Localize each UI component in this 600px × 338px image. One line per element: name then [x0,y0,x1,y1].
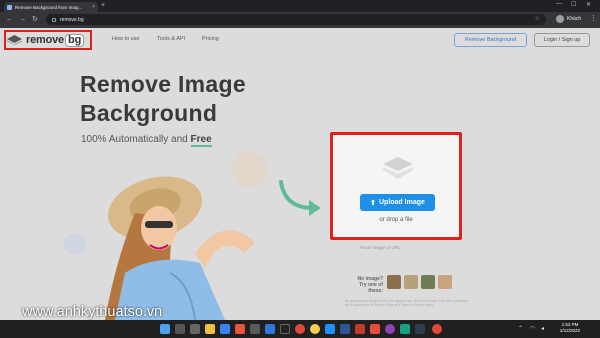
clock-date: 2/12/2022 [560,328,581,333]
tiktok-icon[interactable] [280,324,290,334]
url-text: remove.bg [60,16,84,23]
logo-highlight-box [4,30,92,50]
logo[interactable]: remove bg [4,30,92,50]
page-content: remove bg How to use Tools & API Pricing… [0,28,600,320]
close-window-button[interactable]: ✕ [586,1,591,8]
app-icon[interactable] [400,324,410,334]
edge-icon[interactable] [220,324,230,334]
word-icon[interactable] [340,324,350,334]
new-tab-button[interactable]: + [101,2,105,10]
hero-title-line2: Background [80,100,218,126]
chrome-icon[interactable] [310,324,320,334]
tab-title: Remove Background from Imag... [15,4,83,10]
hero-title: Remove Image Background [80,70,300,128]
no-image-line2: Try one of these: [359,282,383,294]
menu-icon[interactable]: ⋮ [590,14,597,22]
wifi-icon[interactable]: ◠ [530,325,535,332]
hero-title-line1: Remove Image [80,71,246,97]
tray-chevron-icon[interactable]: ⌃ [518,325,523,332]
profile-button[interactable]: Khách [556,15,581,23]
upload-icon: ⬆ [370,199,376,207]
sample-image-thumb[interactable] [404,275,418,289]
login-signup-button[interactable]: Login / Sign up [534,33,590,47]
maximize-button[interactable]: ☐ [571,1,576,8]
address-bar-row: ← → ↻ remove.bg ☆ Khách ⋮ [0,12,600,28]
bookmark-star-icon[interactable]: ☆ [535,15,540,22]
app-icon[interactable] [355,324,365,334]
browser-tab[interactable]: Remove Background from Imag... × [4,2,98,12]
no-image-text: No image? Try one of these: [355,276,383,294]
app-icon[interactable] [250,324,260,334]
nav-pricing[interactable]: Pricing [202,36,219,42]
drop-file-text: or drop a file [379,217,413,223]
site-header: remove bg How to use Tools & API Pricing… [0,28,600,52]
arrow-icon [279,180,321,216]
nav-tools-api[interactable]: Tools & API [157,36,185,42]
forward-icon[interactable]: → [19,15,26,24]
messenger-icon[interactable] [385,324,395,334]
app-icon[interactable] [265,324,275,334]
remove-background-button[interactable]: Remove Background [454,33,527,47]
nav-how-to-use[interactable]: How to use [112,36,140,42]
hero-free-text: Free [190,134,212,147]
upload-card[interactable]: ⬆ Upload Image or drop a file [330,132,462,240]
windows-taskbar: ⌃ ◠ ◂ 1:53 PM 2/12/2022 [0,320,600,338]
minimize-button[interactable]: — [556,1,562,7]
file-explorer-icon[interactable] [205,324,215,334]
photoshop-icon[interactable] [415,324,425,334]
watermark-site: www.anhkythuatso.vn [22,304,163,320]
windows-start-icon[interactable] [160,324,170,334]
volume-icon[interactable]: ◂ [541,325,544,332]
address-bar[interactable]: remove.bg ☆ [46,14,546,25]
hero-subtitle: 100% Automatically and Free [81,134,212,147]
terms-text: By uploading an image or URL you agree t… [345,299,468,307]
search-icon[interactable] [175,324,185,334]
vscode-icon[interactable] [325,324,335,334]
upload-image-button[interactable]: ⬆ Upload Image [360,194,435,211]
browser-tab-bar: Remove Background from Imag... × + — ☐ ✕ [0,0,600,12]
app-icon[interactable] [235,324,245,334]
decor-blob [64,233,86,255]
sample-image-thumb[interactable] [387,275,401,289]
avatar-icon [556,15,564,23]
upload-button-label: Upload Image [378,199,425,206]
tab-close-icon[interactable]: × [92,4,95,10]
paste-image-link[interactable]: Paste image or URL [360,245,401,250]
chrome-icon[interactable] [295,324,305,334]
sample-image-thumb[interactable] [421,275,435,289]
task-view-icon[interactable] [190,324,200,334]
chrome-icon[interactable] [432,324,442,334]
profile-name: Khách [567,16,582,22]
sample-image-thumb[interactable] [438,275,452,289]
app-icon[interactable] [370,324,380,334]
clock[interactable]: 1:53 PM 2/12/2022 [560,322,580,334]
layers-icon [383,157,413,179]
lock-icon [52,17,56,22]
tab-favicon-icon [7,4,12,10]
hero-subtitle-text: 100% Automatically and [81,134,191,145]
sample-person-image [105,176,255,320]
back-icon[interactable]: ← [6,15,13,24]
reload-icon[interactable]: ↻ [32,15,38,24]
